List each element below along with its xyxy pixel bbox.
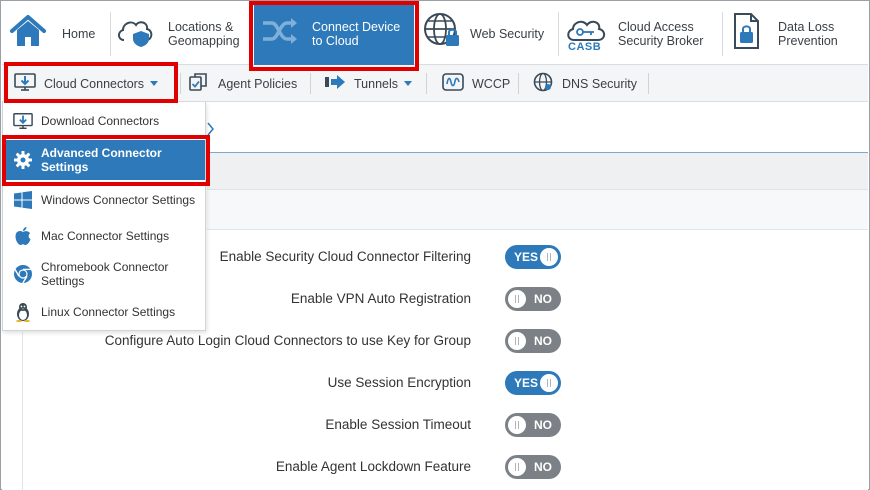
setting-label: Enable Agent Lockdown Feature [275,459,471,474]
subnav-divider [648,73,649,94]
nav-divider [722,12,723,56]
copy-documents-icon [188,72,210,95]
toggle-auto-login-key-for-group[interactable]: NO [505,329,561,353]
menu-item-advanced-connector-settings[interactable]: Advanced Connector Settings [3,140,205,180]
arrow-right-icon [324,72,346,95]
toggle-knob [540,248,558,266]
toggle-value: NO [534,460,552,474]
toggle-value: YES [514,376,539,390]
toggle-knob [508,458,526,476]
nav-home[interactable]: Home [8,2,106,65]
menu-item-label: Advanced Connector Settings [41,146,162,174]
toggle-value: NO [534,334,552,348]
toggle-knob [508,332,526,350]
nav-web-security[interactable]: Web Security [422,2,556,65]
cloud-shield-icon [114,14,156,53]
toggle-knob [508,290,526,308]
menu-item-linux-connector-settings[interactable]: Linux Connector Settings [3,298,205,326]
toggle-security-cloud-connector-filtering[interactable]: YES [505,245,561,269]
tab-fragment [207,122,215,139]
toggle-value: YES [514,250,539,264]
subnav-cloud-connectors[interactable]: Cloud Connectors [14,65,159,102]
nav-connect-device-to-cloud[interactable]: Connect Device to Cloud [254,2,414,65]
document-lock-icon [730,11,762,56]
toggle-knob [540,374,558,392]
nav-locations-geomapping[interactable]: Locations & Geomapping [114,2,252,65]
top-navigation: Home Locations & Geomapping Connect Devi… [2,2,868,65]
download-monitor-icon [13,111,33,131]
menu-item-chromebook-connector-settings[interactable]: Chromebook Connector Settings [3,254,205,294]
menu-item-label: Chromebook Connector Settings [41,260,169,288]
toggle-value: NO [534,418,552,432]
cloud-connectors-dropdown-menu: Download Connectors Advanced Connector S… [2,102,206,331]
nav-web-security-label: Web Security [470,26,545,41]
nav-connect-label: Connect Device to Cloud [312,19,401,48]
toggle-session-encryption[interactable]: YES [505,371,561,395]
setting-label: Enable Security Cloud Connector Filterin… [219,249,471,264]
subnav-wccp-label: WCCP [472,76,511,91]
menu-item-mac-connector-settings[interactable]: Mac Connector Settings [3,222,205,250]
setting-row-auto-login-key-for-group: Configure Auto Login Cloud Connectors to… [22,329,642,353]
globe-icon [532,72,554,95]
setting-row-session-encryption: Use Session Encryption YES [22,371,642,395]
download-monitor-icon [14,72,36,95]
setting-label: Use Session Encryption [327,375,471,390]
section-header-band [207,153,868,190]
nav-divider [110,12,111,56]
setting-row-agent-lockdown: Enable Agent Lockdown Feature NO [22,455,642,479]
setting-label: Enable Session Timeout [325,417,471,432]
nav-locations-label: Locations & Geomapping [168,19,240,48]
chrome-icon [13,264,33,284]
subnav-agent-policies-label: Agent Policies [218,76,298,91]
nav-casb[interactable]: CASB Cloud Access Security Broker [564,2,719,65]
setting-label: Enable VPN Auto Registration [290,291,471,306]
linux-tux-icon [13,302,33,322]
subnav-agent-policies[interactable]: Agent Policies [188,65,297,102]
toggle-value: NO [534,292,552,306]
caret-down-icon [150,81,159,86]
toggle-knob [508,416,526,434]
gear-icon [13,150,33,170]
caret-down-icon [404,81,413,86]
casb-icon-text: CASB [568,40,602,53]
nav-dlp-label: Data Loss Prevention [778,19,838,48]
subnav-divider [180,73,181,94]
menu-item-label: Windows Connector Settings [41,193,196,207]
shuffle-icon [260,14,300,53]
toggle-vpn-auto-registration[interactable]: NO [505,287,561,311]
menu-item-label: Mac Connector Settings [41,229,170,243]
subnav-divider [426,73,427,94]
casb-cloud-key-icon: CASB [564,14,608,54]
setting-label: Configure Auto Login Cloud Connectors to… [104,333,471,348]
nav-divider [558,12,559,56]
subsection-header-band [207,190,868,230]
nav-casb-label: Cloud Access Security Broker [618,19,704,48]
windows-icon [13,190,33,210]
nav-data-loss-prevention[interactable]: Data Loss Prevention [730,2,868,65]
apple-icon [13,226,33,246]
home-icon [8,13,48,54]
menu-item-download-connectors[interactable]: Download Connectors [3,107,205,135]
menu-item-label: Download Connectors [41,114,160,128]
globe-lock-icon [422,11,462,56]
setting-row-session-timeout: Enable Session Timeout NO [22,413,642,437]
app-window: Home Locations & Geomapping Connect Devi… [0,0,870,490]
sub-navigation: Cloud Connectors Agent Policies Tunnels … [2,65,868,102]
subnav-tunnels[interactable]: Tunnels [324,65,413,102]
subnav-tunnels-label: Tunnels [354,76,399,91]
menu-item-windows-connector-settings[interactable]: Windows Connector Settings [3,186,205,214]
toggle-session-timeout[interactable]: NO [505,413,561,437]
nav-home-label: Home [62,26,96,41]
waveform-icon [442,72,464,95]
subnav-wccp[interactable]: WCCP [442,65,510,102]
subnav-divider [310,73,311,94]
subnav-cloud-connectors-label: Cloud Connectors [44,76,145,91]
subnav-divider [518,73,519,94]
toggle-agent-lockdown[interactable]: NO [505,455,561,479]
subnav-dns-security-label: DNS Security [562,76,638,91]
menu-item-label: Linux Connector Settings [41,305,176,319]
subnav-dns-security[interactable]: DNS Security [532,65,637,102]
